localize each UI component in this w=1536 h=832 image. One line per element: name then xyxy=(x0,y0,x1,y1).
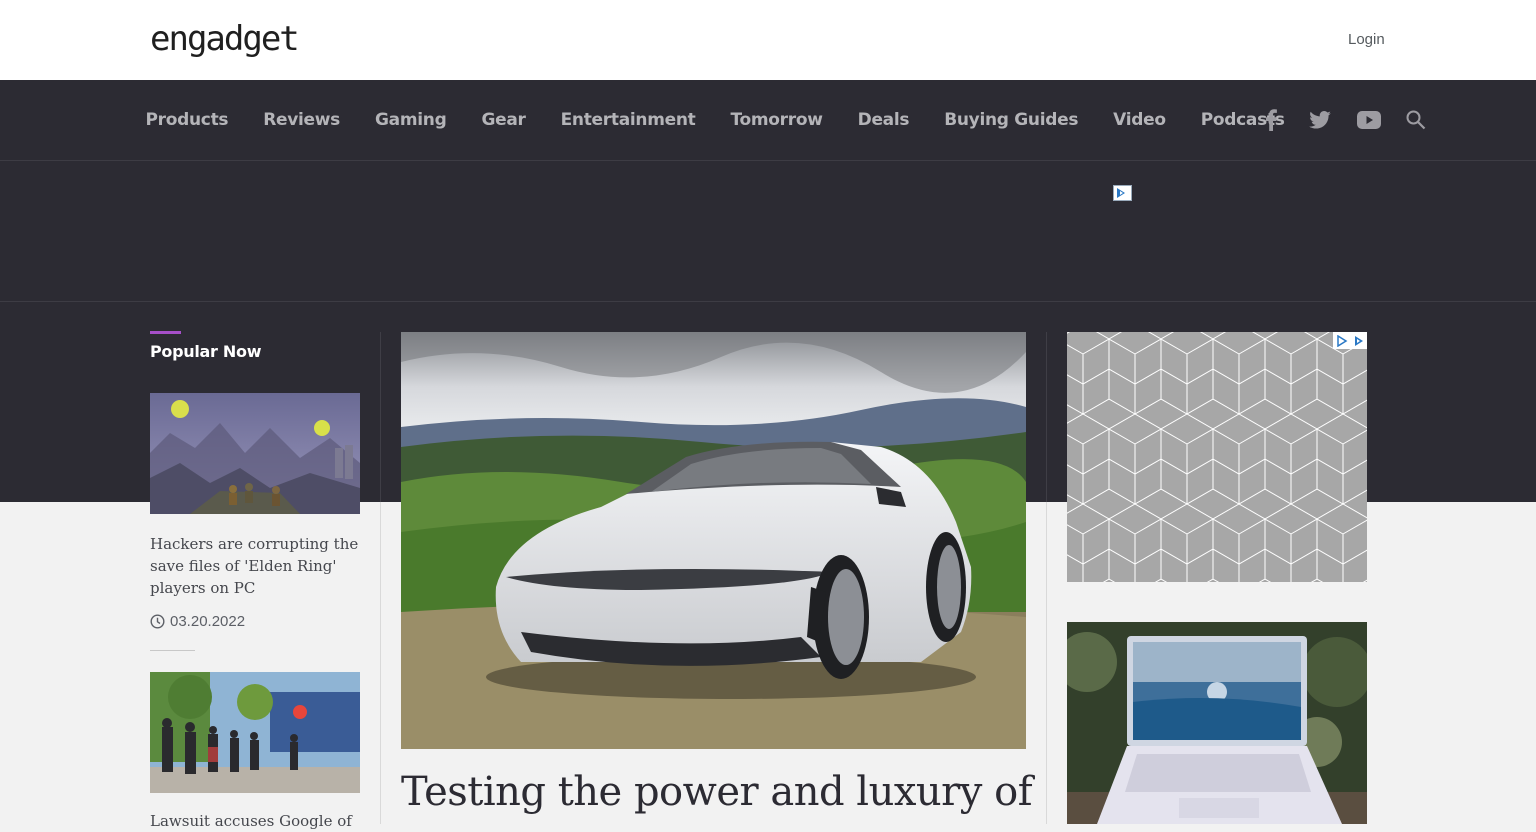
login-link[interactable]: Login xyxy=(1348,31,1385,48)
hero-image[interactable] xyxy=(401,332,1026,749)
twitter-icon[interactable] xyxy=(1304,80,1336,160)
nav-item-deals[interactable]: Deals xyxy=(840,110,927,130)
nav-item-gear[interactable]: Gear xyxy=(464,110,543,130)
logo-text: engadget xyxy=(150,20,298,59)
engadget-logo[interactable]: engadget xyxy=(150,20,310,60)
story-title[interactable]: Lawsuit accuses Google of xyxy=(150,810,365,832)
column-divider xyxy=(380,332,381,824)
search-icon[interactable] xyxy=(1400,80,1432,160)
popular-now-heading: Popular Now xyxy=(150,342,262,361)
ad-divider xyxy=(0,301,1536,302)
story-date: 03.20.2022 xyxy=(150,613,245,630)
facebook-icon[interactable] xyxy=(1255,80,1287,160)
section-accent-bar xyxy=(150,331,181,334)
nav-item-products[interactable]: Products xyxy=(128,110,246,130)
nav-item-video[interactable]: Video xyxy=(1096,110,1184,130)
laptop-image[interactable] xyxy=(1067,622,1367,824)
story-divider xyxy=(150,650,195,651)
nav-items: Products Reviews Gaming Gear Entertainme… xyxy=(128,80,1302,160)
clock-icon xyxy=(150,614,165,629)
adchoices-icon[interactable] xyxy=(1333,332,1367,349)
story-thumbnail[interactable] xyxy=(150,672,360,793)
nav-item-gaming[interactable]: Gaming xyxy=(358,110,464,130)
story-thumbnail[interactable] xyxy=(150,393,360,514)
nav-item-reviews[interactable]: Reviews xyxy=(246,110,358,130)
site-header: engadget Login xyxy=(0,0,1536,80)
adchoices-icon[interactable] xyxy=(1113,185,1132,201)
main-nav: Products Reviews Gaming Gear Entertainme… xyxy=(0,80,1536,161)
column-divider xyxy=(1046,332,1047,824)
story-date-text: 03.20.2022 xyxy=(170,613,246,630)
nav-item-tomorrow[interactable]: Tomorrow xyxy=(713,110,840,130)
nav-item-entertainment[interactable]: Entertainment xyxy=(543,110,713,130)
ad-placeholder[interactable] xyxy=(1067,332,1367,582)
article-headline[interactable]: Testing the power and luxury of xyxy=(401,768,1041,816)
youtube-icon[interactable] xyxy=(1353,80,1385,160)
nav-item-buying-guides[interactable]: Buying Guides xyxy=(927,110,1096,130)
story-title[interactable]: Hackers are corrupting the save files of… xyxy=(150,533,365,599)
